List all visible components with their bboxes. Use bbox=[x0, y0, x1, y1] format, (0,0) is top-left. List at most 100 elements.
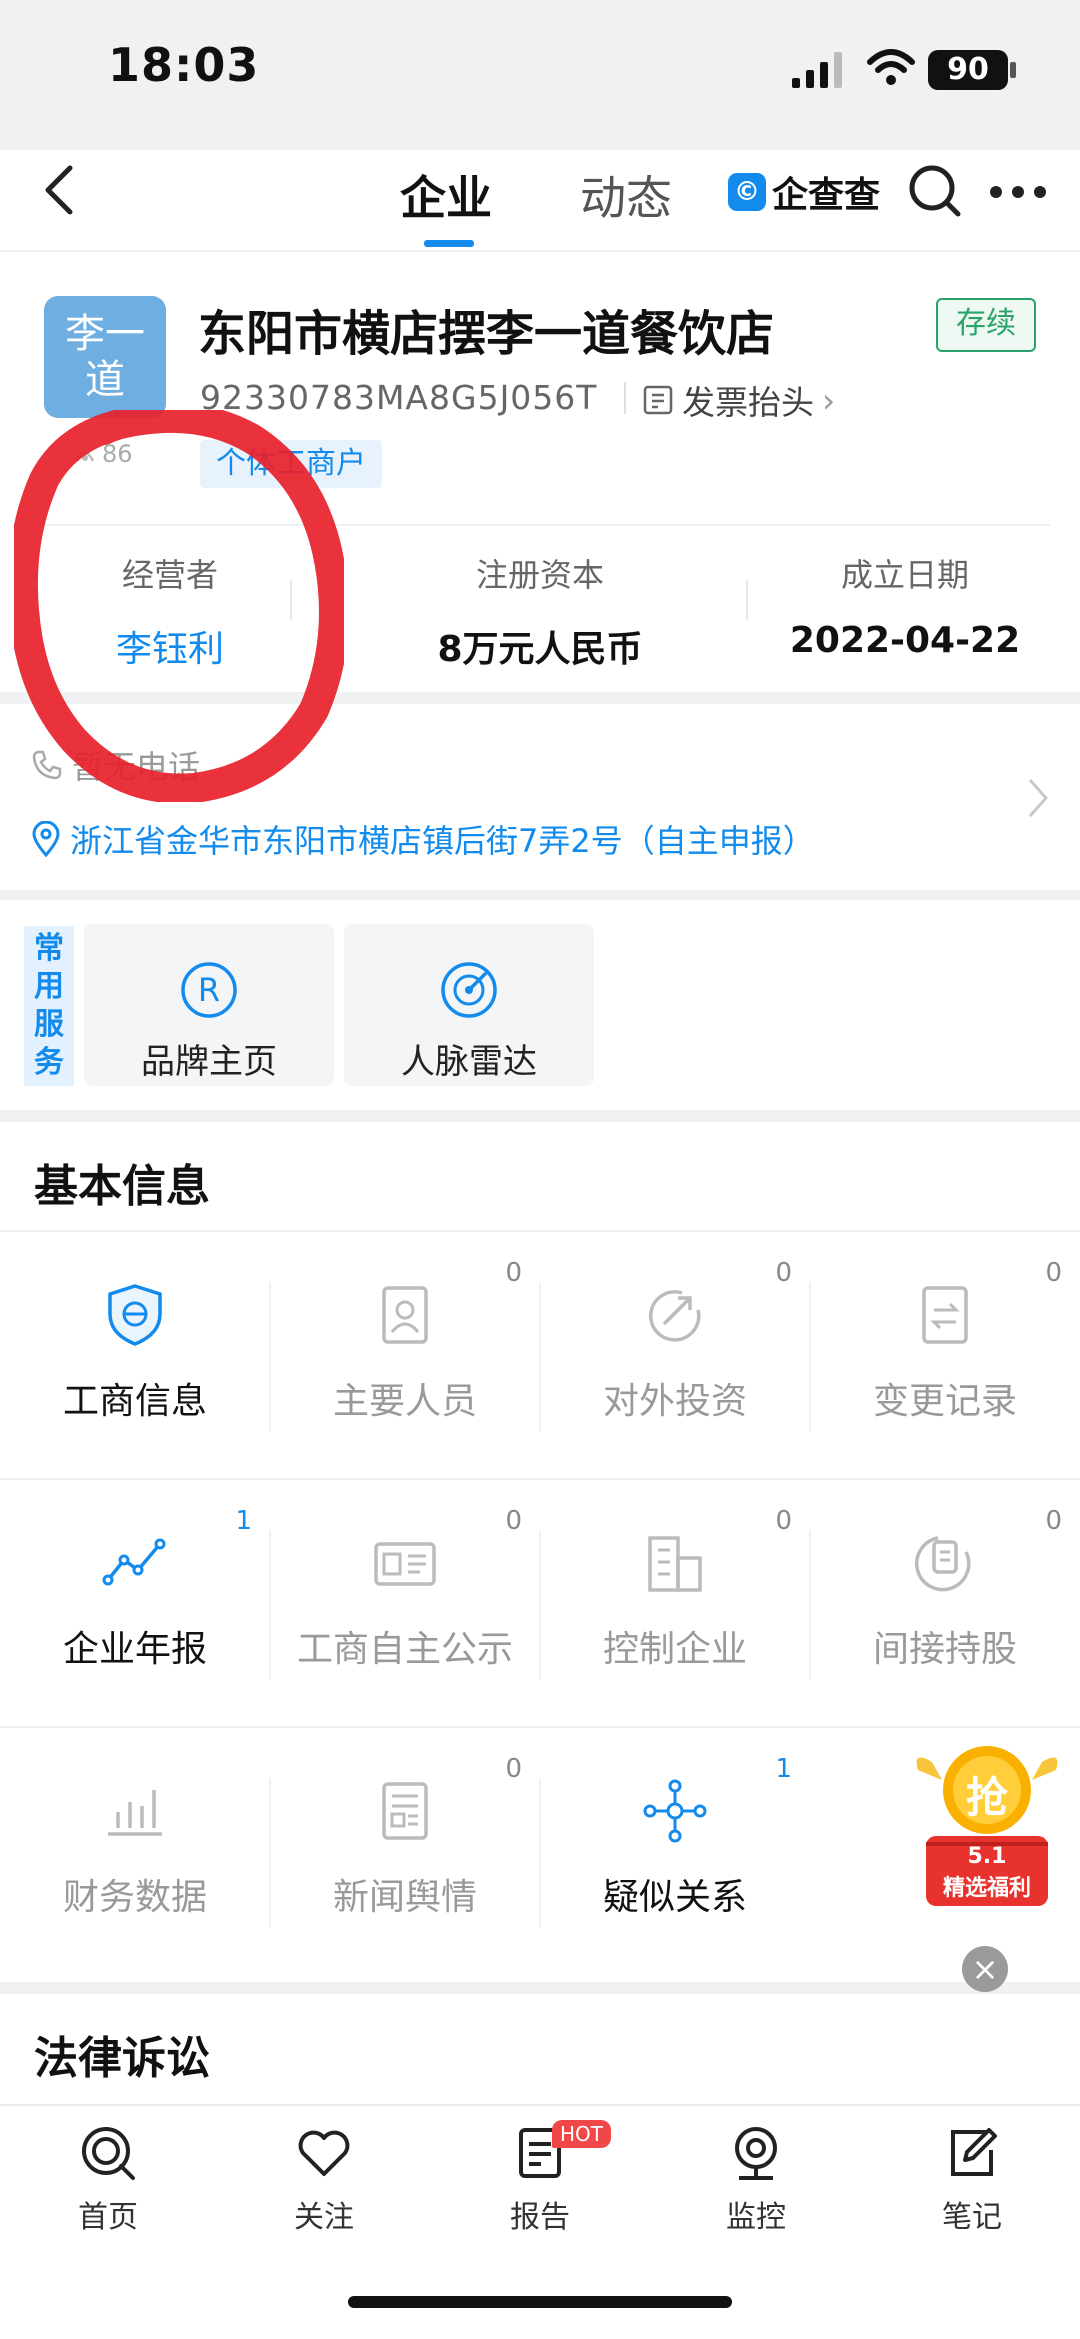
camera-icon bbox=[735, 2127, 777, 2180]
brand-homepage-label: 品牌主页 bbox=[141, 1042, 277, 1082]
divider bbox=[0, 1230, 1080, 1232]
grid-item-label: 新闻舆情 bbox=[332, 1877, 477, 1918]
location-pin-icon bbox=[32, 821, 60, 857]
count-badge: 0 bbox=[775, 1506, 792, 1536]
bar-chart-icon bbox=[108, 1790, 162, 1836]
tabbar-label: 首页 bbox=[78, 2200, 138, 2235]
grid-item-label: 间接持股 bbox=[872, 1629, 1017, 1670]
grid-item-change-record[interactable]: 0 变更记录 bbox=[810, 1258, 1080, 1528]
legal-section-title: 法律诉讼 bbox=[34, 2033, 210, 2084]
tabbar-label: 监控 bbox=[726, 2200, 786, 2235]
shield-icon bbox=[108, 1284, 162, 1346]
more-options-icon[interactable] bbox=[988, 184, 1048, 200]
divider bbox=[746, 580, 748, 620]
tabbar-label: 笔记 bbox=[942, 2200, 1002, 2235]
building-icon bbox=[648, 1536, 702, 1592]
grid-item-self-disclosure[interactable]: 0 工商自主公示 bbox=[270, 1506, 540, 1776]
grid-item-label: 变更记录 bbox=[872, 1381, 1017, 1422]
count-badge: 0 bbox=[775, 1258, 792, 1288]
tab-enterprise[interactable]: 企业 bbox=[400, 162, 492, 228]
address-text: 浙江省金华市东阳市横店镇后街7弄2号（自主申报） bbox=[70, 822, 815, 860]
tab-dynamics[interactable]: 动态 bbox=[580, 162, 672, 228]
investment-icon bbox=[648, 1290, 701, 1342]
count-badge: 1 bbox=[775, 1754, 792, 1784]
qichacha-brand[interactable]: © 企查查 bbox=[728, 168, 880, 216]
invoice-icon bbox=[643, 385, 673, 415]
promo-line1: 5.1 bbox=[967, 1844, 1007, 1869]
home-logo-icon bbox=[82, 2127, 135, 2180]
grid-item-key-personnel[interactable]: 0 主要人员 bbox=[270, 1258, 540, 1528]
registered-capital-value: 8万元人民币 bbox=[437, 629, 643, 670]
founding-date-value: 2022-04-22 bbox=[789, 620, 1021, 661]
count-badge: 0 bbox=[505, 1506, 522, 1536]
network-icon bbox=[643, 1779, 707, 1843]
tabbar-item-monitor[interactable]: 监控 bbox=[686, 2124, 826, 2236]
company-name: 东阳市横店摆李一道餐饮店 bbox=[198, 306, 775, 362]
registered-capital-label: 注册资本 bbox=[475, 556, 604, 594]
grid-item-financial-data[interactable]: 财务数据 bbox=[0, 1776, 270, 2024]
common-services-label: 常用服务 bbox=[24, 926, 74, 1086]
status-time: 18:03 bbox=[108, 38, 260, 92]
count-badge: 0 bbox=[1045, 1258, 1062, 1288]
grid-item-label: 主要人员 bbox=[332, 1381, 477, 1422]
back-arrow-icon[interactable] bbox=[40, 160, 80, 220]
grid-item-indirect-holding[interactable]: 0 间接持股 bbox=[810, 1506, 1080, 1776]
promo-float-button[interactable]: 抢 5.1 精选福利 bbox=[912, 1740, 1062, 1910]
grid-item-label: 企业年报 bbox=[62, 1629, 207, 1670]
registered-icon: R bbox=[181, 962, 237, 1018]
line-chart-icon bbox=[102, 1538, 166, 1586]
chevron-right-icon: › bbox=[822, 380, 836, 420]
count-badge: 0 bbox=[1045, 1506, 1062, 1536]
promo-line2: 精选福利 bbox=[942, 1876, 1031, 1901]
grid-item-label: 控制企业 bbox=[602, 1629, 747, 1670]
grid-item-controlled-companies[interactable]: 0 控制企业 bbox=[540, 1506, 810, 1776]
chevron-right-icon[interactable] bbox=[1026, 776, 1050, 820]
founding-date-label: 成立日期 bbox=[840, 556, 969, 594]
count-badge: 0 bbox=[505, 1754, 522, 1784]
note-edit-icon bbox=[951, 2128, 997, 2176]
grid-item-label: 对外投资 bbox=[602, 1381, 747, 1422]
registered-capital-info: 注册资本 8万元人民币 bbox=[400, 550, 680, 672]
count-badge: 1 bbox=[235, 1506, 252, 1536]
id-card-icon bbox=[374, 1542, 436, 1586]
grid-item-annual-report[interactable]: 1 企业年报 bbox=[0, 1506, 270, 1776]
person-card-icon bbox=[382, 1286, 428, 1344]
search-icon[interactable] bbox=[906, 162, 962, 218]
cellular-signal-icon bbox=[792, 52, 842, 88]
battery-level: 90 bbox=[928, 50, 1008, 90]
change-record-icon bbox=[922, 1286, 968, 1344]
red-annotation-circle bbox=[14, 410, 344, 802]
grid-item-suspected-relations[interactable]: 1 疑似关系 bbox=[540, 1754, 810, 2024]
network-radar-label: 人脉雷达 bbox=[401, 1042, 537, 1082]
founding-date-info: 成立日期 2022-04-22 bbox=[780, 550, 1030, 661]
grid-item-investment[interactable]: 0 对外投资 bbox=[540, 1258, 810, 1528]
holding-icon bbox=[915, 1536, 971, 1592]
common-services-label-text: 常用服务 bbox=[34, 931, 64, 1080]
divider bbox=[624, 382, 626, 414]
tabbar-item-follow[interactable]: 关注 bbox=[254, 2124, 394, 2236]
tabbar-item-notes[interactable]: 笔记 bbox=[902, 2124, 1042, 2236]
brand-homepage-button[interactable]: R 品牌主页 bbox=[84, 924, 334, 1086]
address-row[interactable]: 浙江省金华市东阳市横店镇后街7弄2号（自主申报） bbox=[30, 816, 815, 862]
wifi-icon bbox=[867, 49, 915, 85]
grid-item-label: 财务数据 bbox=[62, 1877, 207, 1918]
network-radar-button[interactable]: 人脉雷达 bbox=[344, 924, 594, 1086]
invoice-title-link[interactable]: 发票抬头 › bbox=[642, 376, 835, 424]
company-logo: 李一道 bbox=[44, 296, 166, 418]
hot-badge: HOT bbox=[552, 2120, 611, 2148]
tabbar-item-home[interactable]: 首页 bbox=[38, 2124, 178, 2236]
tabbar-label: 关注 bbox=[294, 2200, 354, 2235]
tabbar-label: 报告 bbox=[510, 2200, 570, 2235]
grid-item-news[interactable]: 0 新闻舆情 bbox=[270, 1754, 540, 2024]
promo-glyph: 抢 bbox=[965, 1773, 1008, 1822]
heart-icon bbox=[298, 2130, 350, 2176]
grid-item-label: 工商自主公示 bbox=[296, 1629, 513, 1670]
grid-item-business-info[interactable]: 工商信息 bbox=[0, 1280, 270, 1528]
promo-close-icon[interactable]: × bbox=[962, 1946, 1008, 1992]
news-icon bbox=[382, 1782, 428, 1840]
grid-item-label: 疑似关系 bbox=[602, 1877, 747, 1918]
invoice-label: 发票抬头 bbox=[682, 383, 814, 422]
svg-text:R: R bbox=[198, 971, 220, 1009]
status-badge: 存续 bbox=[936, 298, 1036, 352]
active-tab-indicator bbox=[424, 240, 474, 247]
